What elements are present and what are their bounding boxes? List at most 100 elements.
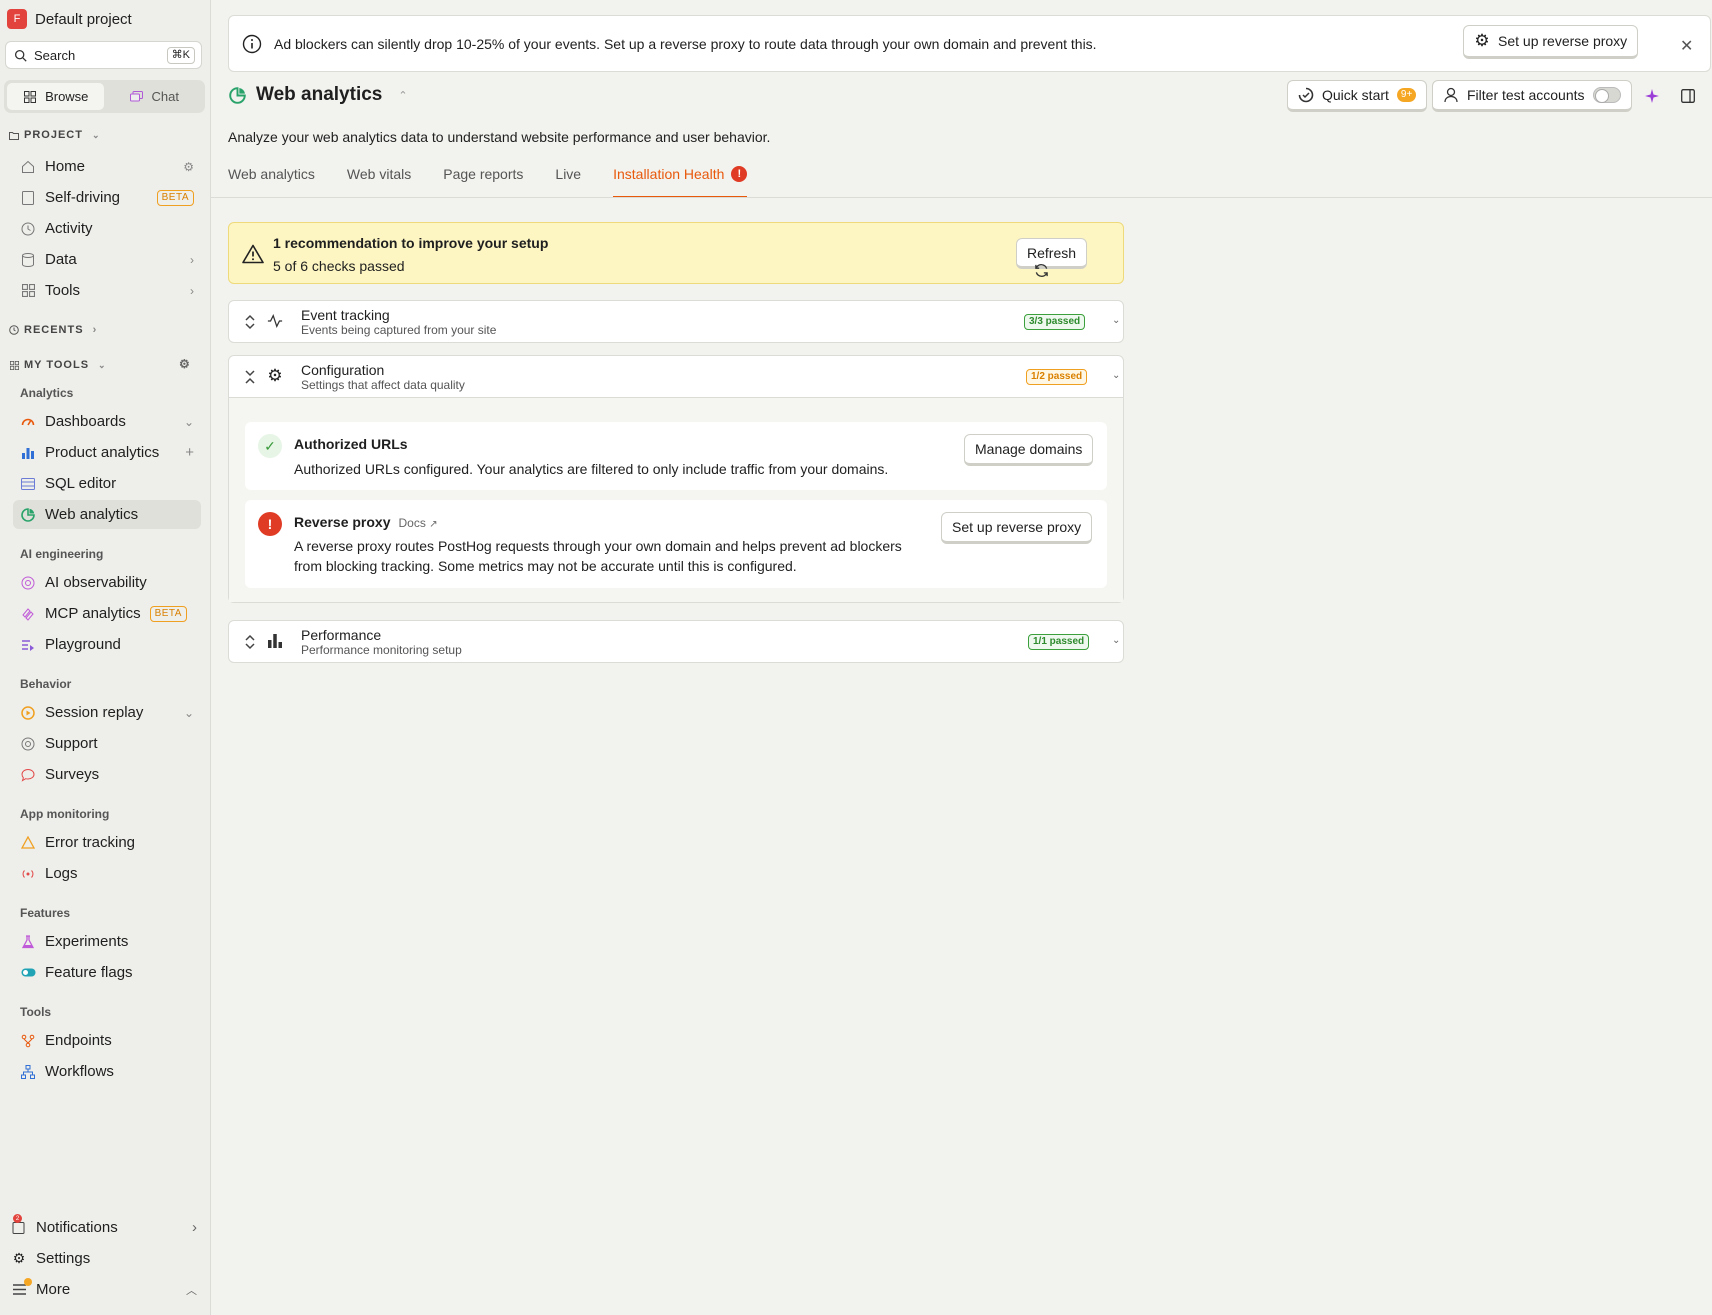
page-subtitle: Analyze your web analytics data to under… bbox=[228, 129, 771, 145]
sidebar-item-activity[interactable]: Activity bbox=[13, 214, 201, 243]
sidebar-item-web-analytics[interactable]: Web analytics bbox=[13, 500, 201, 529]
project-section-header[interactable]: PROJECT ⌄ bbox=[9, 127, 101, 143]
tab-divider bbox=[211, 197, 1712, 198]
group-behavior: Behavior bbox=[20, 677, 72, 691]
check-description: Authorized URLs configured. Your analyti… bbox=[294, 461, 889, 477]
tab-live[interactable]: Live bbox=[555, 162, 581, 198]
setup-reverse-proxy-inline-button[interactable]: Set up reverse proxy bbox=[941, 512, 1093, 544]
gear-icon: ⚙ bbox=[1474, 31, 1490, 50]
chat-icon bbox=[129, 89, 145, 105]
quick-start-button[interactable]: Quick start 9+ bbox=[1287, 80, 1428, 112]
section-performance[interactable]: Performance Performance monitoring setup… bbox=[228, 620, 1124, 663]
grid-icon bbox=[22, 89, 38, 105]
sidebar-item-endpoints[interactable]: Endpoints bbox=[13, 1026, 201, 1055]
recents-section-header[interactable]: RECENTS › bbox=[9, 322, 97, 338]
summary-detail: 5 of 6 checks passed bbox=[273, 258, 405, 274]
mytools-section-header[interactable]: MY TOOLS ⌄ ⚙ bbox=[9, 357, 199, 373]
sort-icon[interactable]: ⌃ bbox=[398, 89, 407, 102]
tab-web-vitals[interactable]: Web vitals bbox=[347, 162, 411, 198]
sidebar-item-surveys[interactable]: Surveys bbox=[13, 760, 201, 789]
toggle-switch[interactable] bbox=[1592, 87, 1621, 103]
warning-icon bbox=[20, 835, 36, 851]
check-name-text: Reverse proxy bbox=[294, 514, 391, 530]
search-input[interactable]: Search ⌘K bbox=[5, 41, 202, 69]
beta-badge: BETA bbox=[149, 605, 187, 622]
sidebar-item-workflows[interactable]: Workflows bbox=[13, 1057, 201, 1086]
section-event-tracking[interactable]: Event tracking Events being captured fro… bbox=[228, 300, 1124, 343]
lifebuoy-icon bbox=[20, 736, 36, 752]
info-icon bbox=[242, 34, 262, 54]
more-indicator-dot bbox=[24, 1278, 32, 1286]
sidebar-item-error-tracking[interactable]: Error tracking bbox=[13, 828, 201, 857]
chat-tab[interactable]: Chat bbox=[106, 83, 203, 110]
sidebar-item-tools[interactable]: Tools › bbox=[13, 276, 201, 305]
gear-icon: ⚙ bbox=[12, 1250, 26, 1266]
tools-grid-icon bbox=[20, 283, 36, 299]
side-panel-icon[interactable] bbox=[1680, 88, 1696, 104]
section-description: Events being captured from your site bbox=[301, 323, 497, 337]
sidebar-item-label: Activity bbox=[45, 220, 93, 237]
sidebar-item-feature-flags[interactable]: Feature flags bbox=[13, 958, 201, 987]
sidebar-item-session-replay[interactable]: Session replay ⌄ bbox=[13, 698, 201, 727]
group-app-monitoring: App monitoring bbox=[20, 807, 110, 821]
sidebar-item-dashboards[interactable]: Dashboards ⌄ bbox=[13, 407, 201, 436]
workflow-icon bbox=[20, 1064, 36, 1080]
docs-link[interactable]: Docs ↗ bbox=[399, 516, 438, 530]
tab-web-analytics[interactable]: Web analytics bbox=[228, 162, 315, 198]
expand-icon[interactable] bbox=[242, 314, 258, 330]
sidebar-item-self-driving[interactable]: Self-driving BETA bbox=[13, 183, 201, 212]
close-icon[interactable]: ✕ bbox=[1680, 36, 1693, 56]
sidebar-item-label: AI observability bbox=[45, 574, 147, 591]
more-label: More bbox=[36, 1281, 71, 1298]
dashboard-icon bbox=[20, 414, 36, 430]
setup-reverse-proxy-button[interactable]: ⚙ Set up reverse proxy bbox=[1463, 25, 1639, 59]
sidebar-item-support[interactable]: Support bbox=[13, 729, 201, 758]
more-button[interactable]: More ︿ bbox=[11, 1281, 197, 1298]
tab-bar: Web analytics Web vitals Page reports Li… bbox=[228, 162, 748, 198]
filter-test-accounts-toggle[interactable]: Filter test accounts bbox=[1432, 80, 1632, 112]
button-label: Manage domains bbox=[975, 441, 1083, 457]
collapse-icon[interactable] bbox=[242, 369, 258, 385]
notifications-label: Notifications bbox=[36, 1219, 118, 1236]
sparkle-icon[interactable] bbox=[1644, 88, 1660, 104]
summary-title: 1 recommendation to improve your setup bbox=[273, 235, 549, 251]
sidebar-item-mcp-analytics[interactable]: MCP analytics BETA bbox=[13, 599, 201, 628]
sidebar-item-sql-editor[interactable]: SQL editor bbox=[13, 469, 201, 498]
gear-icon: ⚙ bbox=[267, 366, 283, 385]
web-analytics-icon bbox=[228, 86, 246, 104]
sidebar-item-product-analytics[interactable]: Product analytics + bbox=[13, 438, 201, 467]
sidebar-item-logs[interactable]: Logs bbox=[13, 859, 201, 888]
plus-icon[interactable]: + bbox=[185, 444, 194, 461]
sidebar-item-experiments[interactable]: Experiments bbox=[13, 927, 201, 956]
sidebar-item-label: Surveys bbox=[45, 766, 100, 783]
configuration-header[interactable]: ⚙ Configuration Settings that affect dat… bbox=[229, 356, 1123, 397]
refresh-button[interactable]: Refresh bbox=[1016, 238, 1088, 277]
sidebar-item-ai-observability[interactable]: AI observability bbox=[13, 568, 201, 597]
expand-icon[interactable] bbox=[242, 634, 258, 650]
settings-button[interactable]: ⚙ Settings bbox=[11, 1250, 90, 1267]
sidebar-item-playground[interactable]: Playground bbox=[13, 630, 201, 659]
settings-label: Settings bbox=[36, 1250, 91, 1267]
settings-dot-icon[interactable]: ⚙ bbox=[183, 160, 194, 174]
sidebar-item-label: Home bbox=[45, 158, 86, 175]
filter-test-accounts-label: Filter test accounts bbox=[1467, 87, 1585, 103]
check-authorized-urls: ✓ Authorized URLs Authorized URLs config… bbox=[245, 422, 1107, 490]
tab-page-reports[interactable]: Page reports bbox=[443, 162, 523, 198]
playground-icon bbox=[20, 637, 36, 653]
configuration-body: ✓ Authorized URLs Authorized URLs config… bbox=[229, 397, 1123, 602]
project-switcher[interactable]: F Default project bbox=[7, 8, 132, 30]
check-name: Reverse proxy Docs ↗ bbox=[294, 514, 438, 530]
status-badge: 1/1 passed bbox=[1028, 634, 1090, 650]
sidebar-item-label: Experiments bbox=[45, 933, 129, 950]
manage-domains-button[interactable]: Manage domains bbox=[964, 434, 1094, 466]
gear-icon[interactable]: ⚙ bbox=[179, 357, 191, 371]
sidebar-item-data[interactable]: Data › bbox=[13, 245, 201, 274]
notifications-button[interactable]: Notifications › bbox=[11, 1219, 197, 1236]
check-reverse-proxy: ! Reverse proxy Docs ↗ A reverse proxy ro… bbox=[245, 500, 1107, 588]
search-placeholder: Search bbox=[34, 47, 76, 63]
sidebar-item-home[interactable]: Home ⚙ bbox=[13, 152, 201, 181]
document-icon bbox=[20, 190, 36, 206]
browse-tab[interactable]: Browse bbox=[7, 83, 104, 110]
sidebar-item-label: Session replay bbox=[45, 704, 144, 721]
tab-installation-health[interactable]: Installation Health! bbox=[613, 162, 748, 198]
